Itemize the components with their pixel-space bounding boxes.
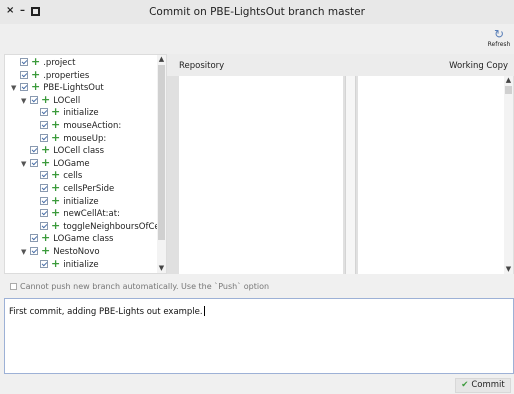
tree-item-label: cellsPerSide	[63, 184, 115, 194]
added-icon: +	[31, 67, 41, 81]
refresh-icon: ↻	[493, 27, 505, 41]
tree-item[interactable]: + newCellAt:at:	[31, 206, 120, 221]
diff-scroll-thumb[interactable]	[505, 86, 512, 94]
tree-item[interactable]: + initialize	[31, 256, 99, 272]
scroll-down-icon[interactable]: ▼	[504, 265, 513, 274]
commit-message-field[interactable]: First commit, adding PBE-Lights out exam…	[4, 298, 514, 374]
include-checkbox[interactable]	[20, 83, 28, 92]
added-icon: +	[51, 256, 61, 270]
scroll-up-icon[interactable]: ▲	[504, 76, 513, 85]
added-icon: +	[51, 118, 61, 131]
tree-item-label: newCellAt:at:	[63, 209, 120, 220]
include-checkbox[interactable]	[30, 158, 38, 167]
include-checkbox[interactable]	[40, 184, 48, 192]
added-icon: +	[51, 206, 61, 220]
diff-gutter	[345, 76, 356, 274]
text-caret	[203, 306, 205, 316]
added-icon: +	[51, 218, 61, 232]
include-checkbox[interactable]	[30, 247, 38, 255]
window-title: Commit on PBE-LightsOut branch master	[149, 6, 365, 18]
tree-item[interactable]: + initialize	[31, 105, 99, 120]
include-checkbox[interactable]	[30, 146, 38, 155]
commit-button-label: Commit	[471, 380, 505, 390]
commit-button[interactable]: ✔ Commit	[455, 378, 511, 393]
added-icon: +	[31, 80, 41, 94]
refresh-label: Refresh	[487, 41, 511, 48]
tree-item-label: initialize	[63, 259, 99, 270]
scroll-down-icon[interactable]: ▼	[157, 264, 166, 273]
tree-scrollbar[interactable]: ▲ ▼	[157, 55, 166, 273]
include-checkbox[interactable]	[40, 259, 48, 268]
tree-item[interactable]: ▼ + NestoNovo	[21, 244, 100, 259]
refresh-button[interactable]: ↻ Refresh	[486, 27, 512, 51]
diff-header: Repository Working Copy	[167, 54, 514, 76]
tree-item[interactable]: + LOGame class	[21, 231, 114, 246]
include-checkbox[interactable]	[30, 95, 38, 104]
commit-message-text: First commit, adding PBE-Lights out exam…	[9, 307, 203, 317]
tree-item[interactable]: + cellsPerSide	[31, 181, 115, 196]
tree-item-label: cells	[63, 171, 83, 182]
added-icon: +	[51, 130, 61, 144]
expand-toggle-icon[interactable]: ▼	[21, 158, 30, 171]
tree-item[interactable]: + .project	[11, 55, 76, 70]
tree-item[interactable]: ▼ + PBE-LightsOut	[11, 80, 104, 95]
added-icon: +	[41, 244, 51, 257]
push-notice: Cannot push new branch automatically. Us…	[10, 282, 269, 291]
tree-item[interactable]: + toggleNeighboursOfCellAt:	[31, 218, 167, 234]
tree-item-label: NestoNovo	[53, 247, 100, 257]
repository-header: Repository	[179, 61, 225, 71]
push-notice-text: Cannot push new branch automatically. Us…	[20, 282, 270, 291]
added-icon: +	[41, 155, 51, 169]
tree-item-label: LOCell class	[53, 146, 105, 157]
expand-toggle-icon[interactable]: ▼	[21, 246, 30, 259]
tree-item-label: LOGame class	[53, 234, 114, 245]
diff-scrollbar[interactable]: ▲ ▼	[504, 76, 513, 274]
title-bar: × – Commit on PBE-LightsOut branch maste…	[0, 0, 514, 24]
toolbar: ↻ Refresh	[0, 24, 514, 54]
tree-item[interactable]: + initialize	[31, 193, 99, 209]
include-checkbox[interactable]	[40, 133, 48, 142]
tree-item-label: initialize	[63, 196, 99, 207]
include-checkbox[interactable]	[20, 70, 28, 79]
tree-item-label: mouseAction:	[63, 121, 122, 131]
added-icon: +	[31, 55, 41, 68]
include-checkbox[interactable]	[40, 171, 48, 180]
tree-item[interactable]: + mouseAction:	[31, 118, 122, 133]
include-checkbox[interactable]	[40, 209, 48, 218]
expand-toggle-icon[interactable]: ▼	[11, 82, 20, 95]
added-icon: +	[51, 181, 61, 194]
tree-item-label: initialize	[63, 108, 99, 119]
added-icon: +	[51, 168, 61, 182]
include-checkbox[interactable]	[30, 234, 38, 243]
include-checkbox[interactable]	[40, 108, 48, 117]
repository-pane[interactable]	[179, 76, 343, 274]
scroll-up-icon[interactable]: ▲	[157, 55, 166, 64]
tree-item-label: LOCell	[53, 95, 81, 106]
tree-item-label: PBE-LightsOut	[43, 83, 104, 94]
added-icon: +	[41, 92, 51, 106]
tree-item[interactable]: + LOCell class	[21, 143, 105, 158]
tree-item[interactable]: + .properties	[11, 67, 90, 83]
tree-item-label: .project	[43, 58, 76, 68]
push-checkbox[interactable]	[10, 283, 17, 290]
tree-item-label: .properties	[43, 70, 90, 81]
working-copy-header: Working Copy	[449, 61, 508, 71]
diff-panel: Repository Working Copy ▲ ▼	[167, 54, 514, 274]
include-checkbox[interactable]	[40, 196, 48, 205]
tree-item-label: toggleNeighboursOfCellAt:	[63, 221, 167, 232]
tree-item-label: mouseUp:	[63, 133, 107, 144]
include-checkbox[interactable]	[40, 221, 48, 230]
tree-scroll-thumb[interactable]	[158, 65, 165, 240]
added-icon: +	[41, 231, 51, 245]
include-checkbox[interactable]	[20, 58, 28, 66]
working-copy-pane[interactable]	[358, 76, 505, 274]
tree-item-label: LOGame	[53, 158, 90, 169]
added-icon: +	[51, 193, 61, 207]
added-icon: +	[51, 105, 61, 119]
include-checkbox[interactable]	[40, 121, 48, 129]
expand-toggle-icon[interactable]: ▼	[21, 95, 30, 108]
changes-tree[interactable]: + .project + .properties ▼ + PBE-LightsOut ▼ + LO…	[4, 54, 167, 274]
added-icon: +	[41, 143, 51, 157]
check-icon: ✔	[461, 380, 469, 390]
